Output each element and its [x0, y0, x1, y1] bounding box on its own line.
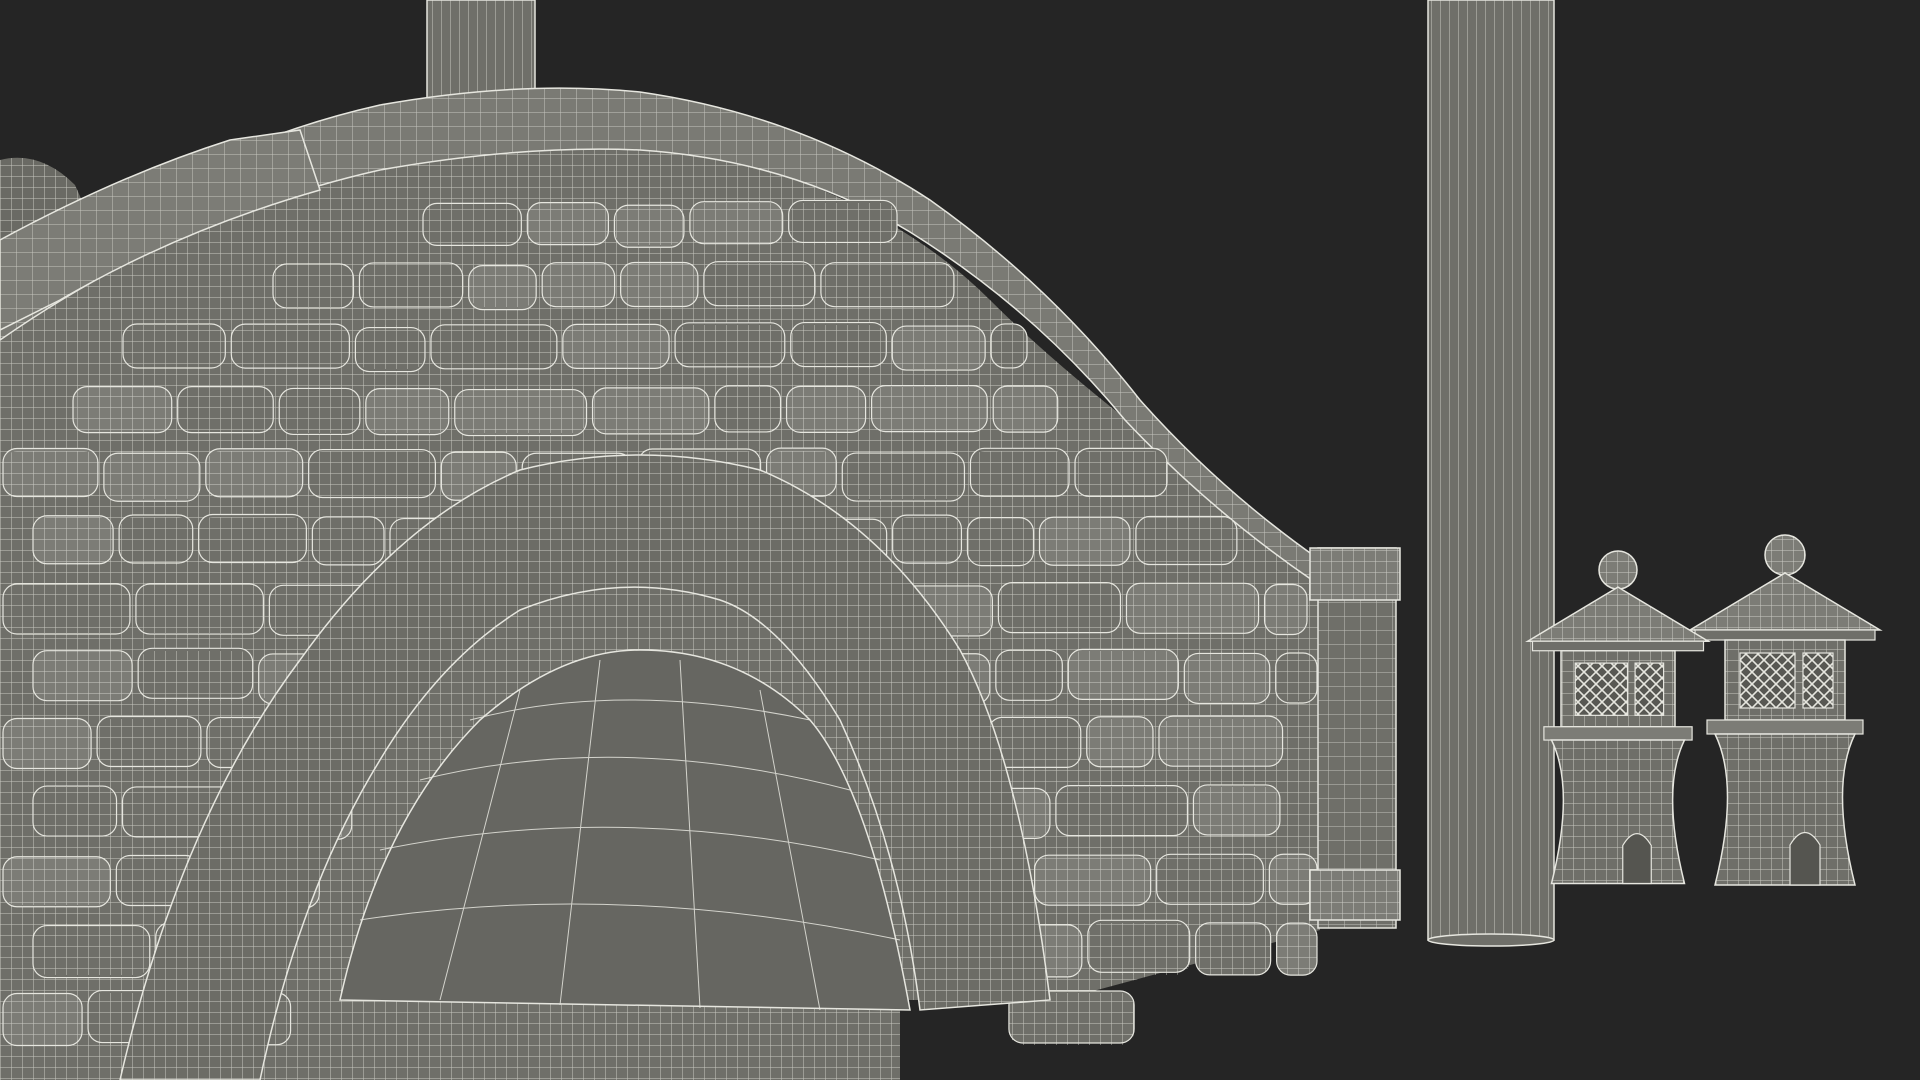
bridge-stone-wire	[1055, 787, 1188, 837]
bridge-stone-wire	[198, 517, 307, 565]
bridge-stone-wire	[967, 517, 1034, 565]
bridge-stone-wire	[1135, 517, 1237, 565]
wooden-post	[1427, 0, 1555, 947]
bridge-stone-wire	[1126, 583, 1259, 633]
bridge-stone-wire	[1087, 923, 1190, 975]
bridge-stone-wire	[871, 387, 988, 433]
bridge-stone-wire	[119, 517, 193, 565]
bridge-stone-wire	[592, 387, 709, 433]
bridge-stone-wire	[273, 263, 354, 307]
bridge-stone-wire	[312, 517, 385, 565]
bridge-stone-wire	[703, 263, 815, 307]
bridge-stone-wire	[3, 451, 98, 499]
bridge-stone-wire	[1184, 651, 1270, 701]
bridge-stone-wire	[3, 719, 92, 769]
bridge-stone-wire	[205, 451, 303, 499]
bridge-stone-wire	[138, 651, 253, 701]
bridge-stone-wire	[177, 387, 274, 433]
bridge-stone-wire	[991, 325, 1027, 369]
wireframe-render-viewport	[0, 0, 1920, 1080]
bridge-stone-wire	[620, 263, 698, 307]
bridge-stone-wire	[279, 387, 360, 433]
bridge-stone-wire	[562, 325, 670, 369]
bridge-stone-wire	[365, 387, 449, 433]
bridge-stone-wire	[527, 203, 609, 245]
bridge-end-pillar	[1309, 547, 1401, 929]
bridge-stone-wire	[790, 325, 887, 369]
bridge-stone-wire	[430, 325, 557, 369]
bridge-stone-wire	[423, 203, 522, 245]
bridge-stone-wire	[892, 325, 986, 369]
bridge-stone-wire	[614, 203, 684, 245]
bridge-stone-wire	[33, 923, 150, 975]
bridge-stone-wire	[308, 451, 436, 499]
bridge-stone-wire	[842, 451, 965, 499]
bridge-stone-wire	[3, 583, 130, 633]
bridge-stone-wire	[1156, 855, 1264, 905]
stone-arch-bridge	[0, 87, 1401, 1080]
bridge-stone-wire	[1275, 651, 1317, 701]
bridge-stone-wire	[1158, 719, 1283, 769]
bridge-stone-wire	[1068, 651, 1179, 701]
bridge-stone-wire	[820, 263, 954, 307]
bridge-stone-wire	[231, 325, 350, 369]
bridge-stone-wire	[33, 787, 117, 837]
bridge-stone-wire	[542, 263, 615, 307]
bridge-stone-wire	[970, 451, 1070, 499]
stone-lantern	[1687, 534, 1883, 886]
stone-lanterns	[1525, 534, 1883, 886]
bridge-stone-wire	[1195, 923, 1271, 975]
bridge-stone-wire	[993, 387, 1058, 433]
bridge-stone-wire	[1034, 855, 1151, 905]
bridge-stone-wire	[359, 263, 463, 307]
bridge-stone-wire	[995, 651, 1063, 701]
bridge-stone-wire	[1264, 583, 1307, 633]
bridge-stone-wire	[788, 203, 897, 245]
bridge-stone-wire	[1276, 923, 1317, 975]
bridge-stone-wire	[468, 263, 537, 307]
wireframe-scene	[0, 0, 1883, 1080]
bridge-stone-wire	[135, 583, 264, 633]
bridge-stone-wire	[689, 203, 783, 245]
bridge-stone-wire	[97, 719, 201, 769]
bridge-stone-wire	[454, 387, 587, 433]
bridge-stone-wire	[1075, 451, 1167, 499]
stone-lantern	[1525, 550, 1711, 885]
bridge-stone-wire	[355, 325, 425, 369]
bridge-stone-wire	[1086, 719, 1153, 769]
bridge-stone-wire	[786, 387, 866, 433]
bridge-stone-wire	[714, 387, 781, 433]
bridge-stone-wire	[1039, 517, 1130, 565]
bridge-stone-wire	[3, 855, 111, 905]
bridge-stone-wire	[73, 387, 172, 433]
bridge-stone-wire	[3, 993, 83, 1045]
bridge-stone-wire	[103, 451, 200, 499]
bridge-stone-wire	[892, 517, 962, 565]
bridge-stone-wire	[675, 325, 785, 369]
bridge-stone-wire	[123, 325, 226, 369]
bridge-stone-wire	[1193, 787, 1280, 837]
bridge-stone-wire	[998, 583, 1121, 633]
bridge-stone-wire	[33, 651, 133, 701]
bridge-stone-wire	[33, 517, 114, 565]
